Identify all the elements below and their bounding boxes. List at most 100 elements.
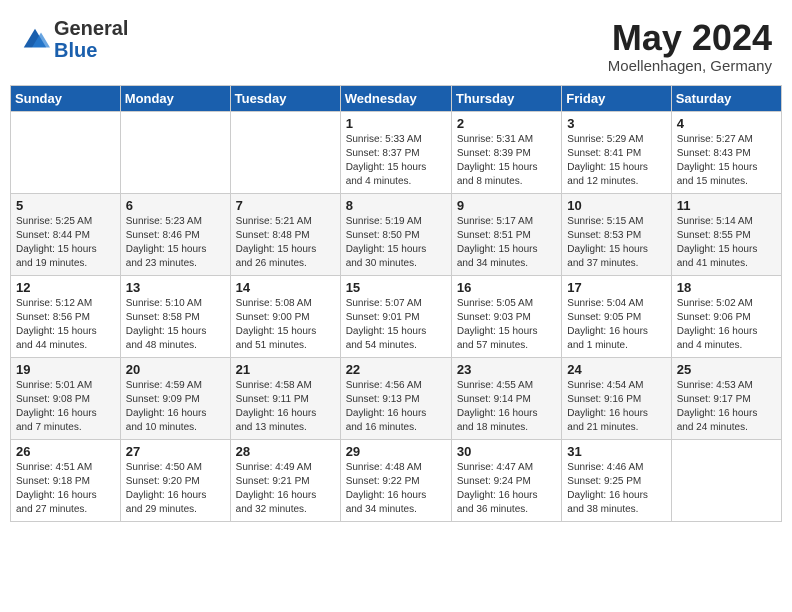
day-number: 3: [567, 116, 665, 131]
logo-blue-text: Blue: [54, 40, 128, 62]
calendar-cell: [671, 439, 781, 521]
calendar-cell: 28 Sunrise: 4:49 AM Sunset: 9:21 PM Dayli…: [230, 439, 340, 521]
calendar-cell: 21Sunrise: 4:58 AM Sunset: 9:11 PM Dayli…: [230, 357, 340, 439]
calendar-cell: 8 Sunrise: 5:19 AM Sunset: 8:50 PM Daylig…: [340, 193, 451, 275]
calendar-cell: [230, 111, 340, 193]
day-number: 19: [16, 362, 115, 377]
day-number: 23: [457, 362, 556, 377]
calendar-header-row: SundayMondayTuesdayWednesdayThursdayFrid…: [11, 85, 782, 111]
calendar-cell: 4Sunrise: 5:27 AM Sunset: 8:43 PM Daylig…: [671, 111, 781, 193]
column-header-wednesday: Wednesday: [340, 85, 451, 111]
day-number: 2: [457, 116, 556, 131]
day-number: 10: [567, 198, 665, 213]
calendar-cell: 11 Sunrise: 5:14 AM Sunset: 8:55 PM Dayli…: [671, 193, 781, 275]
day-info: Sunrise: 4:46 AM Sunset: 9:25 PM Dayligh…: [567, 461, 665, 517]
month-title: May 2024: [608, 18, 772, 58]
calendar-cell: 19Sunrise: 5:01 AM Sunset: 9:08 PM Dayli…: [11, 357, 121, 439]
day-info: Sunrise: 5:29 AM Sunset: 8:41 PM Dayligh…: [567, 133, 665, 189]
column-header-sunday: Sunday: [11, 85, 121, 111]
day-info: Sunrise: 5:27 AM Sunset: 8:43 PM Dayligh…: [677, 133, 776, 189]
day-number: 5: [16, 198, 115, 213]
day-info: Sunrise: 4:58 AM Sunset: 9:11 PM Dayligh…: [236, 379, 335, 435]
calendar-cell: 9 Sunrise: 5:17 AM Sunset: 8:51 PM Daylig…: [451, 193, 561, 275]
day-number: 14: [236, 280, 335, 295]
calendar-week-4: 19Sunrise: 5:01 AM Sunset: 9:08 PM Dayli…: [11, 357, 782, 439]
day-number: 8: [346, 198, 446, 213]
calendar-cell: 13 Sunrise: 5:10 AM Sunset: 8:58 PM Dayli…: [120, 275, 230, 357]
calendar-cell: 5 Sunrise: 5:25 AM Sunset: 8:44 PM Daylig…: [11, 193, 121, 275]
day-number: 1: [346, 116, 446, 131]
day-number: 13: [126, 280, 225, 295]
day-info: Sunrise: 4:50 AM Sunset: 9:20 PM Dayligh…: [126, 461, 225, 517]
calendar-week-3: 12 Sunrise: 5:12 AM Sunset: 8:56 PM Dayli…: [11, 275, 782, 357]
day-info: Sunrise: 5:05 AM Sunset: 9:03 PM Dayligh…: [457, 297, 556, 353]
logo: General Blue: [20, 18, 128, 62]
column-header-tuesday: Tuesday: [230, 85, 340, 111]
day-number: 7: [236, 198, 335, 213]
day-number: 24: [567, 362, 665, 377]
header: General Blue May 2024 Moellenhagen, Germ…: [10, 10, 782, 81]
day-number: 15: [346, 280, 446, 295]
day-info: Sunrise: 5:14 AM Sunset: 8:55 PM Dayligh…: [677, 215, 776, 271]
calendar-cell: 10 Sunrise: 5:15 AM Sunset: 8:53 PM Dayli…: [562, 193, 671, 275]
day-number: 6: [126, 198, 225, 213]
calendar-cell: 29Sunrise: 4:48 AM Sunset: 9:22 PM Dayli…: [340, 439, 451, 521]
day-info: Sunrise: 5:19 AM Sunset: 8:50 PM Dayligh…: [346, 215, 446, 271]
day-info: Sunrise: 4:51 AM Sunset: 9:18 PM Dayligh…: [16, 461, 115, 517]
calendar-cell: 7 Sunrise: 5:21 AM Sunset: 8:48 PM Daylig…: [230, 193, 340, 275]
calendar-cell: 18 Sunrise: 5:02 AM Sunset: 9:06 PM Dayli…: [671, 275, 781, 357]
day-info: Sunrise: 4:56 AM Sunset: 9:13 PM Dayligh…: [346, 379, 446, 435]
calendar-cell: [11, 111, 121, 193]
logo-icon: [20, 25, 50, 55]
day-info: Sunrise: 5:07 AM Sunset: 9:01 PM Dayligh…: [346, 297, 446, 353]
day-info: Sunrise: 5:21 AM Sunset: 8:48 PM Dayligh…: [236, 215, 335, 271]
calendar-cell: 22 Sunrise: 4:56 AM Sunset: 9:13 PM Dayli…: [340, 357, 451, 439]
title-block: May 2024 Moellenhagen, Germany: [608, 18, 772, 75]
day-info: Sunrise: 5:17 AM Sunset: 8:51 PM Dayligh…: [457, 215, 556, 271]
calendar-cell: 12 Sunrise: 5:12 AM Sunset: 8:56 PM Dayli…: [11, 275, 121, 357]
calendar-cell: 27 Sunrise: 4:50 AM Sunset: 9:20 PM Dayli…: [120, 439, 230, 521]
calendar-week-2: 5 Sunrise: 5:25 AM Sunset: 8:44 PM Daylig…: [11, 193, 782, 275]
calendar-cell: 24 Sunrise: 4:54 AM Sunset: 9:16 PM Dayli…: [562, 357, 671, 439]
day-number: 25: [677, 362, 776, 377]
day-number: 28: [236, 444, 335, 459]
day-info: Sunrise: 5:10 AM Sunset: 8:58 PM Dayligh…: [126, 297, 225, 353]
day-number: 17: [567, 280, 665, 295]
day-number: 18: [677, 280, 776, 295]
day-number: 12: [16, 280, 115, 295]
calendar-cell: 26Sunrise: 4:51 AM Sunset: 9:18 PM Dayli…: [11, 439, 121, 521]
day-info: Sunrise: 5:33 AM Sunset: 8:37 PM Dayligh…: [346, 133, 446, 189]
day-number: 20: [126, 362, 225, 377]
day-info: Sunrise: 5:04 AM Sunset: 9:05 PM Dayligh…: [567, 297, 665, 353]
day-number: 11: [677, 198, 776, 213]
calendar-cell: 30Sunrise: 4:47 AM Sunset: 9:24 PM Dayli…: [451, 439, 561, 521]
calendar: SundayMondayTuesdayWednesdayThursdayFrid…: [10, 85, 782, 522]
calendar-week-1: 1 Sunrise: 5:33 AM Sunset: 8:37 PM Daylig…: [11, 111, 782, 193]
calendar-cell: [120, 111, 230, 193]
day-number: 30: [457, 444, 556, 459]
day-number: 22: [346, 362, 446, 377]
day-number: 29: [346, 444, 446, 459]
calendar-cell: 6Sunrise: 5:23 AM Sunset: 8:46 PM Daylig…: [120, 193, 230, 275]
calendar-week-5: 26Sunrise: 4:51 AM Sunset: 9:18 PM Dayli…: [11, 439, 782, 521]
day-info: Sunrise: 4:49 AM Sunset: 9:21 PM Dayligh…: [236, 461, 335, 517]
day-info: Sunrise: 5:12 AM Sunset: 8:56 PM Dayligh…: [16, 297, 115, 353]
day-number: 31: [567, 444, 665, 459]
day-info: Sunrise: 4:53 AM Sunset: 9:17 PM Dayligh…: [677, 379, 776, 435]
day-info: Sunrise: 4:54 AM Sunset: 9:16 PM Dayligh…: [567, 379, 665, 435]
day-info: Sunrise: 5:31 AM Sunset: 8:39 PM Dayligh…: [457, 133, 556, 189]
logo-general-text: General: [54, 18, 128, 40]
day-number: 9: [457, 198, 556, 213]
day-info: Sunrise: 4:55 AM Sunset: 9:14 PM Dayligh…: [457, 379, 556, 435]
day-info: Sunrise: 5:02 AM Sunset: 9:06 PM Dayligh…: [677, 297, 776, 353]
calendar-cell: 20Sunrise: 4:59 AM Sunset: 9:09 PM Dayli…: [120, 357, 230, 439]
calendar-cell: 17 Sunrise: 5:04 AM Sunset: 9:05 PM Dayli…: [562, 275, 671, 357]
calendar-cell: 25 Sunrise: 4:53 AM Sunset: 9:17 PM Dayli…: [671, 357, 781, 439]
day-info: Sunrise: 5:08 AM Sunset: 9:00 PM Dayligh…: [236, 297, 335, 353]
day-info: Sunrise: 5:25 AM Sunset: 8:44 PM Dayligh…: [16, 215, 115, 271]
day-number: 27: [126, 444, 225, 459]
calendar-cell: 15 Sunrise: 5:07 AM Sunset: 9:01 PM Dayli…: [340, 275, 451, 357]
column-header-monday: Monday: [120, 85, 230, 111]
column-header-saturday: Saturday: [671, 85, 781, 111]
day-info: Sunrise: 5:15 AM Sunset: 8:53 PM Dayligh…: [567, 215, 665, 271]
